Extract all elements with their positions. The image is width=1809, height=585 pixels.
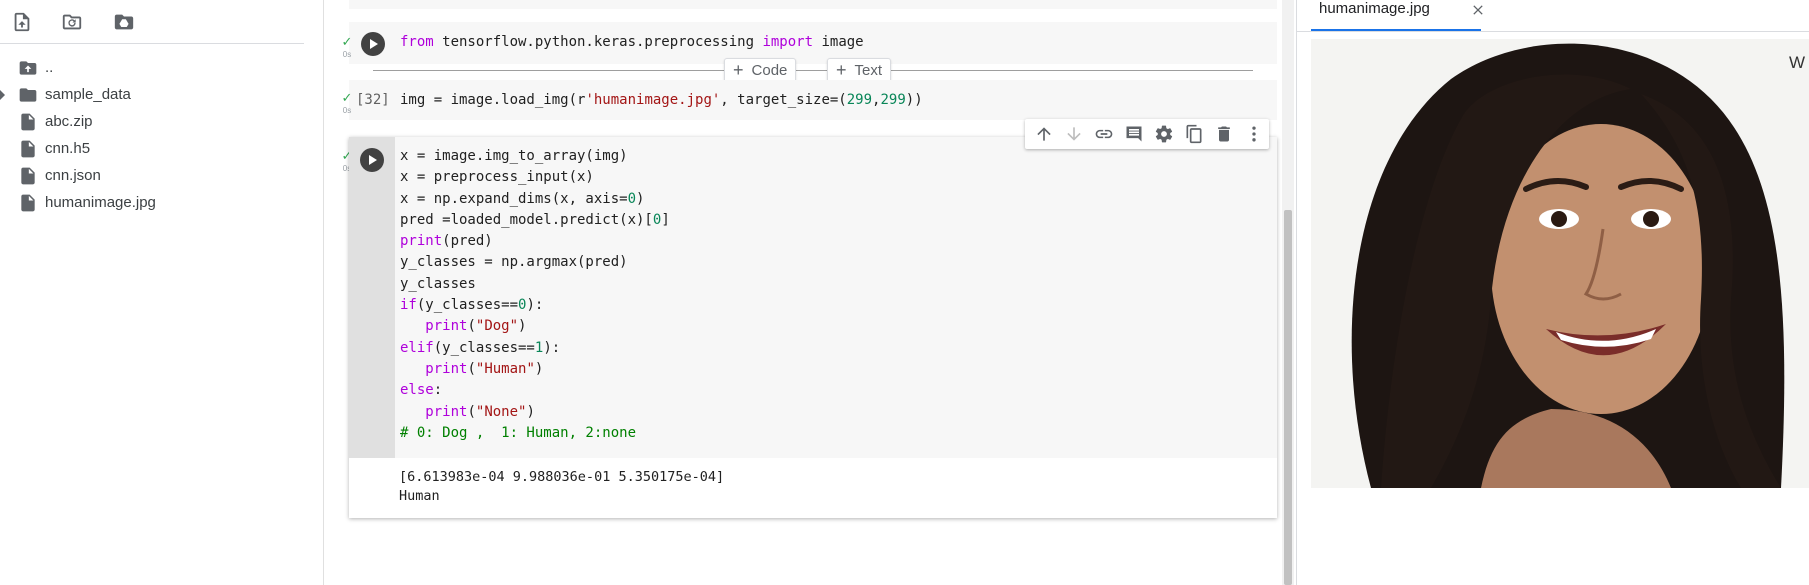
file-item-cnn-h5[interactable]: cnn.h5 — [0, 135, 320, 162]
plus-icon: + — [733, 60, 744, 80]
image-viewer-panel: humanimage.jpg W — [1296, 0, 1809, 585]
code-editor[interactable]: img = image.load_img(r'humanimage.jpg', … — [400, 90, 923, 111]
file-icon — [18, 166, 38, 186]
file-icon — [18, 193, 38, 213]
file-list: .. sample_data abc.zip cnn.h5 cnn.json h… — [0, 54, 320, 216]
move-down-icon[interactable] — [1059, 119, 1089, 149]
file-icon — [18, 112, 38, 132]
focused-code-cell[interactable]: x = image.img_to_array(img) x = preproce… — [349, 137, 1277, 518]
file-item-label: cnn.json — [45, 167, 101, 184]
file-browser-panel: .. sample_data abc.zip cnn.h5 cnn.json h… — [0, 0, 324, 585]
previous-cell-edge — [349, 0, 1277, 9]
file-browser-toolbar — [0, 0, 304, 44]
plus-icon: + — [836, 60, 847, 80]
success-check-icon: ✓ — [341, 34, 353, 49]
move-up-icon[interactable] — [1029, 119, 1059, 149]
code-line: x = preprocess_input(x) — [400, 169, 594, 186]
image-preview: W — [1311, 39, 1809, 488]
upload-file-icon[interactable] — [10, 10, 34, 34]
cell-duration: 0s — [342, 106, 352, 115]
more-icon[interactable] — [1239, 119, 1269, 149]
photo-background-text: W — [1789, 53, 1805, 72]
file-item-label: cnn.h5 — [45, 140, 91, 157]
refresh-folder-icon[interactable] — [60, 10, 84, 34]
mirror-cell-icon[interactable] — [1179, 119, 1209, 149]
cell-status: ✓ 0s — [340, 90, 354, 115]
run-cell-button[interactable] — [360, 148, 384, 172]
code-line: y_classes — [400, 275, 476, 292]
file-item-label: .. — [45, 59, 54, 76]
tab-label: humanimage.jpg — [1319, 0, 1430, 17]
file-item-humanimage-jpg[interactable]: humanimage.jpg — [0, 189, 320, 216]
run-cell-button[interactable] — [361, 32, 385, 56]
cell-toolbar — [1025, 119, 1269, 149]
cell-status: ✓ 0s — [340, 34, 354, 59]
notebook-scrollbar-thumb[interactable] — [1284, 210, 1292, 585]
code-comment: # 0: Dog , 1: Human, 2:none — [400, 424, 637, 441]
folder-up-icon — [18, 58, 38, 78]
output-line: Human — [399, 488, 440, 504]
file-item-label: humanimage.jpg — [45, 194, 156, 211]
execution-count: [32] — [356, 92, 390, 108]
portrait-photo — [1311, 39, 1809, 488]
code-cell[interactable]: ✓ 0s from tensorflow.python.keras.prepro… — [342, 22, 1277, 64]
close-icon[interactable] — [1470, 2, 1486, 18]
code-line: y_classes = np.argmax(pred) — [400, 254, 628, 271]
add-text-label: Text — [854, 62, 883, 79]
add-cell-divider — [373, 70, 1253, 71]
add-code-label: Code — [751, 62, 788, 79]
code-editor[interactable]: from tensorflow.python.keras.preprocessi… — [400, 32, 864, 53]
cell-gutter — [349, 137, 395, 458]
comment-icon[interactable] — [1119, 119, 1149, 149]
mount-drive-icon[interactable] — [112, 10, 136, 34]
file-item-cnn-json[interactable]: cnn.json — [0, 162, 320, 189]
file-item-parent[interactable]: .. — [0, 54, 320, 81]
link-icon[interactable] — [1089, 119, 1119, 149]
expand-caret-icon[interactable] — [0, 90, 5, 100]
file-icon — [18, 139, 38, 159]
cell-duration: 0s — [342, 50, 352, 59]
code-editor[interactable]: x = image.img_to_array(img) x = preproce… — [395, 137, 1277, 458]
success-check-icon: ✓ — [341, 90, 353, 105]
code-line: x = image.img_to_array(img) — [400, 148, 628, 164]
delete-icon[interactable] — [1209, 119, 1239, 149]
file-item-abc-zip[interactable]: abc.zip — [0, 108, 320, 135]
file-item-sample-data[interactable]: sample_data — [0, 81, 320, 108]
output-line: [6.613983e-04 9.988036e-01 5.350175e-04] — [399, 469, 725, 485]
cell-output: [6.613983e-04 9.988036e-01 5.350175e-04]… — [349, 458, 1277, 518]
file-item-label: sample_data — [45, 86, 131, 103]
folder-icon — [18, 85, 38, 105]
viewer-tab-bar: humanimage.jpg — [1297, 0, 1809, 32]
file-item-label: abc.zip — [45, 113, 93, 130]
settings-icon[interactable] — [1149, 119, 1179, 149]
code-cell[interactable]: ✓ 0s [32] img = image.load_img(r'humanim… — [342, 80, 1277, 120]
notebook-area: ✓ 0s from tensorflow.python.keras.prepro… — [325, 0, 1294, 585]
tab-humanimage[interactable]: humanimage.jpg — [1311, 0, 1483, 31]
